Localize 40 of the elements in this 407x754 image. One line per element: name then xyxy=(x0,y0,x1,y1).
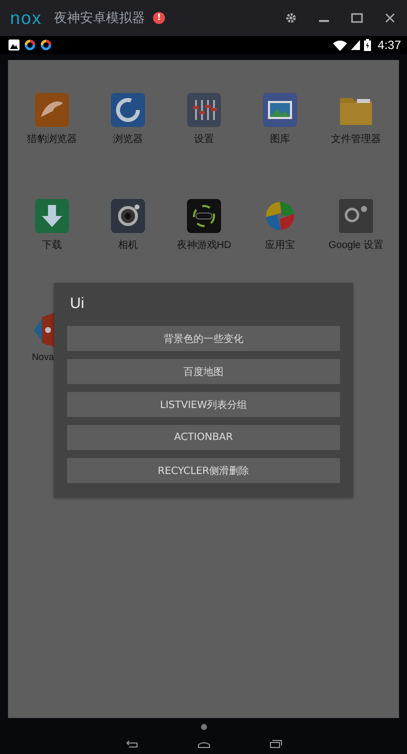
app-label: 设置 xyxy=(194,132,214,146)
alert-badge: ! xyxy=(153,12,166,24)
app-logo: nox xyxy=(10,8,42,28)
app-label: 浏览器 xyxy=(113,132,143,146)
menu-button[interactable]: RECYCLER侧滑删除 xyxy=(67,458,340,483)
wifi-icon xyxy=(332,40,347,50)
settings-icon[interactable] xyxy=(285,12,297,24)
close-icon[interactable] xyxy=(385,13,395,23)
back-icon[interactable] xyxy=(126,740,138,748)
gallery-icon[interactable] xyxy=(263,93,297,127)
recents-icon[interactable] xyxy=(270,740,282,748)
app-label: 相机 xyxy=(118,238,138,252)
equalizer-icon[interactable] xyxy=(187,93,221,127)
menu-button[interactable]: 百度地图 xyxy=(67,359,340,384)
window-title: 夜神安卓模拟器 xyxy=(54,10,146,27)
clock-time: 4:37 xyxy=(378,38,401,52)
ring-icon xyxy=(24,39,36,51)
page-dot xyxy=(200,724,206,730)
camera-icon[interactable] xyxy=(111,199,145,233)
signal-icon xyxy=(350,40,360,50)
home-icon[interactable] xyxy=(198,740,210,748)
game-ring-icon[interactable] xyxy=(187,199,221,233)
menu-button[interactable]: 背景色的一些变化 xyxy=(67,326,340,351)
maximize-icon[interactable] xyxy=(351,13,363,23)
browser-icon[interactable] xyxy=(111,93,145,127)
app-label: Google 设置 xyxy=(328,238,384,252)
app-label: 文件管理器 xyxy=(331,132,381,146)
menu-button[interactable]: ACTIONBAR xyxy=(67,425,340,450)
app-label: 夜神游戏HD xyxy=(176,238,232,252)
app-label: 猎豹浏览器 xyxy=(27,132,77,146)
app-label: 下载 xyxy=(42,238,62,252)
dialog-title: Ui xyxy=(70,295,84,312)
menu-button[interactable]: LISTVIEW列表分组 xyxy=(67,392,340,417)
ring-icon xyxy=(40,39,52,51)
photo-icon xyxy=(8,39,20,51)
app-label: 图库 xyxy=(270,132,290,146)
download-icon[interactable] xyxy=(35,199,69,233)
battery-icon xyxy=(364,39,371,51)
app-label: 应用宝 xyxy=(265,238,295,252)
app-label: Nova xyxy=(32,352,54,363)
